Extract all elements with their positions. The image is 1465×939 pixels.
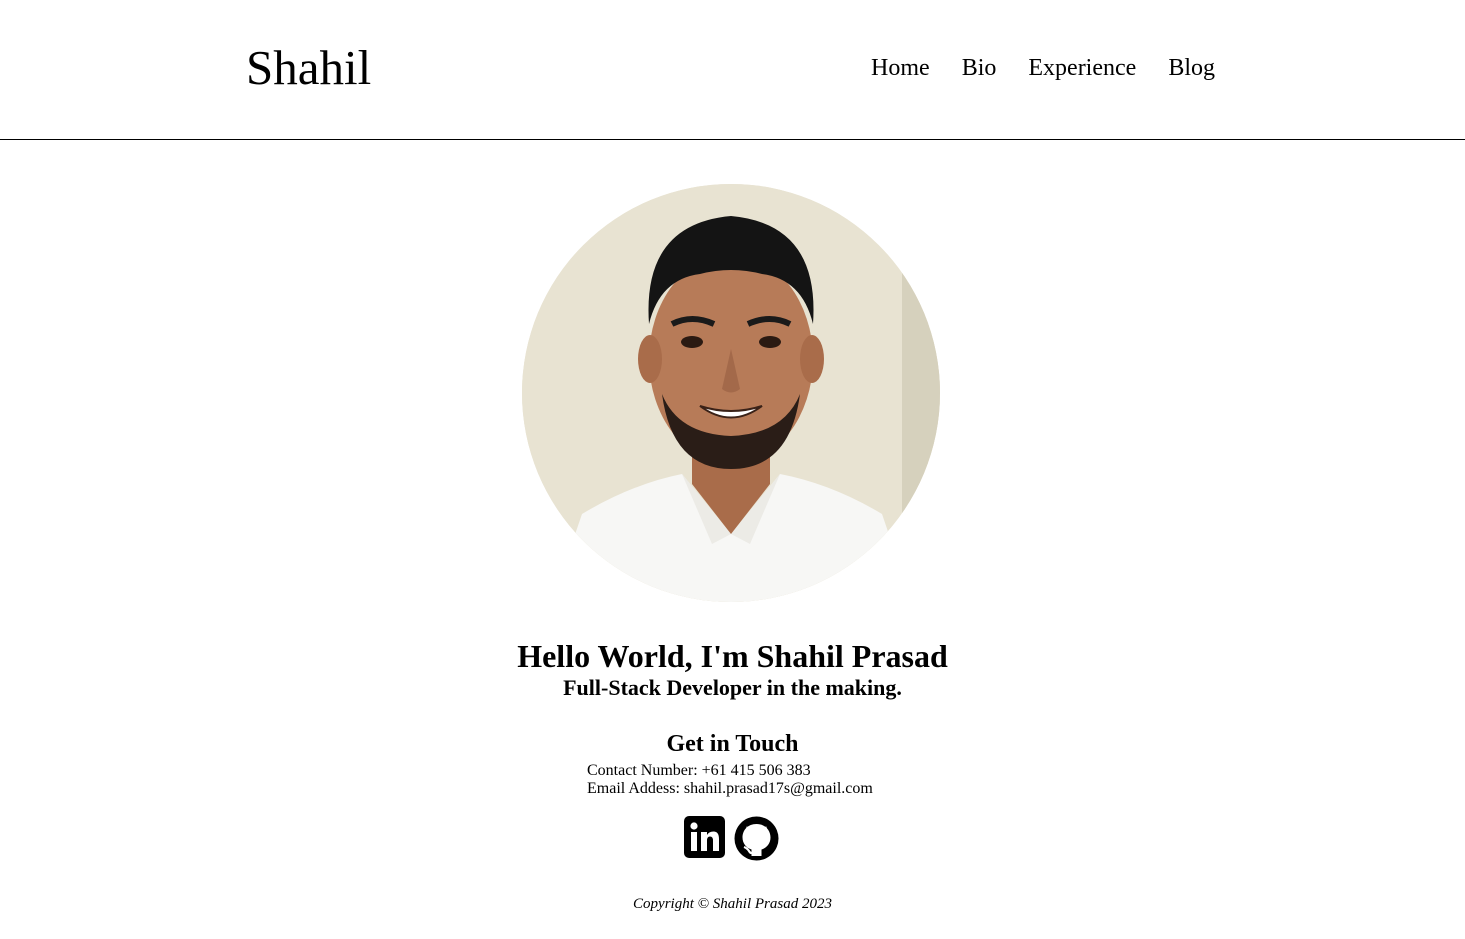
contact-email: Email Addess: shahil.prasad17s@gmail.com [587, 780, 873, 797]
copyright-text: Copyright © Shahil Prasad 2023 [633, 896, 832, 912]
site-header: Shahil Home Bio Experience Blog [0, 0, 1465, 140]
main-nav: Home Bio Experience Blog [871, 54, 1215, 82]
nav-link-experience[interactable]: Experience [1028, 54, 1136, 82]
profile-photo-illustration [522, 184, 940, 602]
profile-photo [522, 184, 940, 602]
nav-link-home[interactable]: Home [871, 54, 930, 82]
github-link[interactable] [734, 816, 779, 866]
github-icon [734, 816, 779, 861]
site-logo-text[interactable]: Shahil [246, 40, 371, 96]
nav-link-bio[interactable]: Bio [962, 54, 997, 82]
hero-tagline: Full-Stack Developer in the making. [563, 675, 902, 700]
contact-phone: Contact Number: +61 415 506 383 [587, 762, 811, 779]
linkedin-icon [684, 816, 725, 858]
contact-details: Contact Number: +61 415 506 383 Email Ad… [587, 762, 873, 798]
hero-headline: Hello World, I'm Shahil Prasad [517, 638, 948, 674]
linkedin-link[interactable] [684, 816, 725, 866]
contact-title: Get in Touch [666, 731, 799, 757]
nav-link-blog[interactable]: Blog [1168, 54, 1215, 82]
social-links [684, 816, 779, 866]
